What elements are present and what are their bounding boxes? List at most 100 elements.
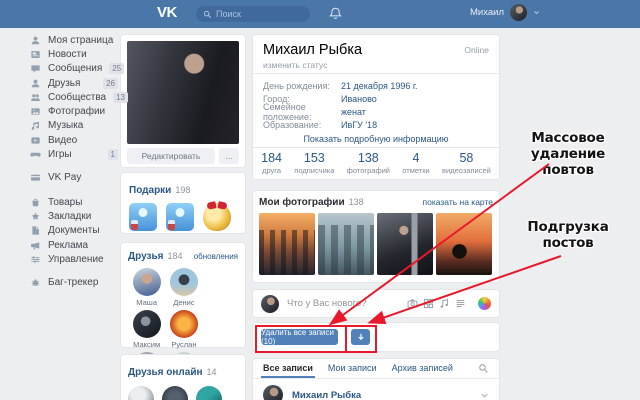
counter-tags[interactable]: 4отметки — [402, 151, 429, 175]
friends-count: 184 — [167, 251, 182, 261]
delete-all-posts-button[interactable]: Удалить все записи (10) — [261, 329, 338, 345]
divider — [253, 73, 499, 74]
tab-archived-posts[interactable]: Архив записей — [392, 359, 453, 378]
friends-online-title[interactable]: Друзья онлайн — [128, 367, 203, 378]
chevron-down-icon — [533, 9, 540, 16]
sidebar-item-manage[interactable]: Управление — [30, 252, 118, 266]
avatar[interactable] — [196, 386, 222, 400]
edit-profile-button[interactable]: Редактировать — [127, 148, 215, 164]
topbar: VK Поиск Михаил — [0, 0, 640, 28]
counter-videos[interactable]: 58видеозаписей — [442, 151, 491, 175]
documents-icon — [30, 225, 41, 236]
sidebar-item-music[interactable]: Музыка — [30, 119, 118, 133]
sidebar-item-documents[interactable]: Документы — [30, 224, 118, 238]
post-author[interactable]: Михаил Рыбка — [292, 390, 361, 400]
sidebar-badge: 25 — [109, 63, 124, 74]
gifts-title[interactable]: Подарки — [129, 185, 171, 196]
sidebar-item-friends[interactable]: Друзья 26 — [30, 76, 118, 90]
bell-icon[interactable] — [328, 6, 343, 21]
video-icon — [30, 135, 41, 146]
search-input[interactable]: Поиск — [196, 6, 310, 22]
gift-bell-icon[interactable] — [203, 203, 231, 231]
friend-item[interactable]: Маша — [128, 268, 165, 307]
friends-icon — [30, 78, 41, 89]
gift-blue-icon[interactable] — [129, 203, 157, 231]
sidebar-item-news[interactable]: Новости — [30, 47, 118, 61]
sticker-icon[interactable] — [478, 297, 491, 310]
sidebar: Моя страница Новости Сообщения25 Друзья 2… — [30, 33, 118, 290]
news-icon — [30, 49, 41, 60]
profile-info-card: Михаил Рыбка изменить статус Online День… — [252, 34, 500, 180]
avatar — [133, 310, 161, 338]
avatar[interactable] — [263, 385, 283, 400]
composer-input[interactable]: Что у Вас нового? — [287, 298, 407, 309]
post-menu-chevron-icon[interactable] — [480, 391, 489, 400]
friends-title[interactable]: Друзья — [128, 251, 163, 262]
photo-thumbnail[interactable] — [318, 213, 374, 275]
detail-value[interactable]: 21 декабря 1996 г. — [341, 81, 418, 91]
photo-thumbnail[interactable] — [436, 213, 492, 275]
change-status-link[interactable]: изменить статус — [263, 60, 327, 70]
camera-icon[interactable] — [407, 298, 418, 309]
counter-photos[interactable]: 138фотографий — [347, 151, 390, 175]
detail-value[interactable]: ИвГУ '18 — [341, 120, 377, 130]
annotation-text: Массовое удаление — [498, 130, 638, 162]
photos-title[interactable]: Мои фотографии — [259, 197, 345, 208]
show-more-info-link[interactable]: Показать подробную информацию — [253, 134, 499, 144]
load-posts-button[interactable] — [351, 329, 370, 345]
sidebar-item-video[interactable]: Видео — [30, 133, 118, 147]
friend-item[interactable]: Руслан — [165, 310, 202, 349]
detail-value[interactable]: женат — [341, 107, 366, 117]
detail-value[interactable]: Иваново — [341, 94, 377, 104]
avatar[interactable] — [128, 386, 154, 400]
sidebar-item-groups[interactable]: Сообщества13 — [30, 90, 118, 104]
friends-updates-link[interactable]: обновления — [194, 252, 238, 261]
photo-strip — [259, 213, 493, 275]
counter-followers[interactable]: 153подписчика — [294, 151, 334, 175]
sidebar-item-ads[interactable]: Реклама — [30, 238, 118, 252]
tab-my-posts[interactable]: Мои записи — [328, 359, 377, 378]
tab-all-posts[interactable]: Все записи — [263, 359, 313, 378]
photo-grid-icon[interactable] — [423, 298, 434, 309]
music-icon[interactable] — [439, 298, 450, 309]
gifts-count: 198 — [175, 185, 190, 195]
sidebar-item-vkpay[interactable]: VK Pay — [30, 171, 118, 185]
sidebar-item-market[interactable]: Товары — [30, 195, 118, 209]
friend-item[interactable]: Максим — [128, 310, 165, 349]
sidebar-item-bookmarks[interactable]: Закладки — [30, 209, 118, 223]
topbar-user-menu[interactable]: Михаил — [470, 4, 540, 21]
more-options-button[interactable]: … — [219, 148, 239, 164]
profile-photo[interactable] — [127, 41, 239, 144]
sidebar-item-games[interactable]: Игры1 — [30, 147, 118, 161]
sidebar-item-photos[interactable]: Фотографии — [30, 104, 118, 118]
wall-card: Все записи Мои записи Архив записей Миха… — [252, 358, 500, 400]
groups-icon — [30, 92, 41, 103]
avatar[interactable] — [162, 386, 188, 400]
vk-profile-page: VK Поиск Михаил Моя страница Новости Соо… — [0, 0, 640, 400]
sidebar-label: Новости — [48, 49, 118, 60]
wall-search-icon[interactable] — [478, 363, 489, 374]
photo-thumbnail[interactable] — [377, 213, 433, 275]
vk-logo[interactable]: VK — [157, 4, 177, 21]
sidebar-item-my-page[interactable]: Моя страница — [30, 33, 118, 47]
gift-blue-icon[interactable] — [166, 203, 194, 231]
wall-tabs: Все записи Мои записи Архив записей — [253, 359, 499, 378]
photo-thumbnail[interactable] — [259, 213, 315, 275]
article-icon[interactable] — [455, 298, 466, 309]
sidebar-label: Друзья — [48, 78, 96, 89]
show-on-map-link[interactable]: показать на карте — [423, 197, 493, 207]
friend-item[interactable]: Денис — [165, 268, 202, 307]
profile-details: День рождения:21 декабря 1996 г. Город:И… — [263, 79, 489, 131]
sidebar-label: Сообщества — [48, 92, 106, 103]
detail-label: Образование: — [263, 120, 341, 130]
online-status: Online — [464, 45, 489, 55]
search-placeholder: Поиск — [216, 9, 241, 19]
sidebar-label: Моя страница — [48, 35, 118, 46]
friends-card: Друзья 184 обновления Маша Денис Максим … — [120, 242, 246, 348]
counter-friends[interactable]: 184друга — [261, 151, 282, 175]
sidebar-badge: 26 — [103, 78, 118, 89]
sidebar-label: Баг-трекер — [48, 277, 118, 288]
topbar-user-name: Михаил — [470, 7, 504, 18]
sidebar-item-messages[interactable]: Сообщения25 — [30, 62, 118, 76]
sidebar-item-bugtracker[interactable]: Баг-трекер — [30, 275, 118, 289]
